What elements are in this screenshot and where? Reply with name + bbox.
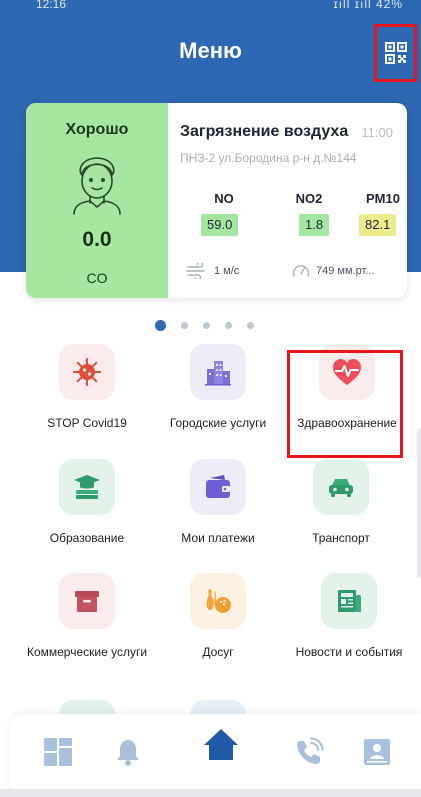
menu-tile-stop-covid[interactable]: STOP Covid19 — [22, 344, 152, 430]
wind-icon — [186, 263, 205, 279]
page-title: Меню — [179, 38, 242, 63]
menu-tile-payments[interactable]: Мои платежи — [153, 459, 283, 545]
edge-scroll-handle[interactable] — [417, 428, 421, 578]
menu-tile-label: Новости и события — [295, 645, 403, 659]
carousel-dot[interactable] — [247, 322, 254, 329]
menu-tile-label: Мои платежи — [181, 531, 255, 545]
menu-tile-label: Образование — [49, 531, 125, 545]
annotation-highlight-box — [287, 350, 403, 458]
car-icon — [329, 479, 353, 497]
system-nav-strip — [0, 789, 421, 797]
bottom-navigation — [10, 714, 421, 794]
newspaper-icon — [338, 590, 361, 612]
menu-tile-label: STOP Covid19 — [47, 416, 127, 430]
wallet-icon — [206, 475, 230, 498]
air-card-title: Загрязнение воздуха — [180, 123, 349, 140]
menu-tile-label: Транспорт — [312, 531, 370, 545]
qr-code-button[interactable] — [374, 24, 417, 82]
nav-notifications-button[interactable] — [108, 732, 148, 772]
contact-card-icon — [364, 739, 390, 765]
menu-tile-transport[interactable]: Транспорт — [276, 459, 406, 545]
nav-contacts-button[interactable] — [357, 732, 397, 772]
pressure-info: 749 мм.рт... — [292, 263, 374, 279]
air-quality-card[interactable]: Хорошо 0.0 CO Загрязнение воздуха 11:00 … — [26, 103, 407, 298]
air-quality-details: Загрязнение воздуха 11:00 ПНЗ-2 ул.Бород… — [168, 103, 407, 298]
menu-tile-leisure[interactable]: Досуг — [153, 573, 283, 659]
air-card-location: ПНЗ-2 ул.Бородина р-н д.№144 — [180, 151, 357, 165]
menu-tile-label: Городские услуги — [169, 416, 267, 430]
menu-tile-education[interactable]: Образование — [22, 459, 152, 545]
nav-home-button[interactable] — [201, 724, 241, 764]
pollutant-value: 1.8 — [299, 214, 330, 236]
phone-call-icon — [297, 737, 324, 764]
air-card-time: 11:00 — [361, 125, 393, 140]
main-pollutant-name: CO — [86, 270, 108, 286]
pollutant-value: 82.1 — [359, 214, 397, 236]
archive-box-icon — [75, 591, 99, 612]
person-face-icon — [73, 157, 121, 215]
carousel-dot[interactable] — [155, 320, 166, 331]
main-pollutant-value: 0.0 — [82, 228, 112, 251]
qr-code-icon — [384, 42, 407, 64]
menu-tile-commercial-services[interactable]: Коммерческие услуги — [22, 573, 152, 659]
carousel-dot[interactable] — [225, 322, 232, 329]
books-icon — [74, 475, 100, 499]
carousel-indicator — [155, 320, 254, 331]
bell-icon — [117, 740, 139, 766]
pressure-value: 749 мм.рт... — [316, 265, 375, 277]
virus-icon — [73, 358, 101, 386]
pollutant-name: NO2 — [295, 191, 323, 206]
status-bar: 12:16 ɪıll ɪıll 42% — [0, 0, 421, 14]
pollutant-name: PM10 — [366, 191, 400, 206]
wind-speed: 1 м/с — [214, 265, 240, 277]
nav-call-button[interactable] — [289, 732, 329, 772]
dashboard-icon — [44, 738, 72, 766]
city-buildings-icon — [205, 361, 231, 386]
home-icon — [204, 729, 238, 760]
menu-tile-label: Коммерческие услуги — [26, 645, 148, 659]
nav-dashboard-button[interactable] — [38, 732, 78, 772]
status-time: 12:16 — [36, 0, 67, 11]
menu-tile-label: Досуг — [202, 645, 234, 659]
bowling-icon — [206, 589, 231, 613]
air-quality-summary: Хорошо 0.0 CO — [26, 103, 168, 298]
air-quality-status: Хорошо — [65, 121, 129, 138]
status-system-icons: ɪıll ɪıll 42% — [333, 0, 403, 11]
menu-tile-city-services[interactable]: Городские услуги — [153, 344, 283, 430]
carousel-dot[interactable] — [181, 322, 188, 329]
carousel-dot[interactable] — [203, 322, 210, 329]
wind-info: 1 м/с — [186, 263, 239, 279]
pollutant-name: NO — [214, 191, 234, 206]
gauge-icon — [292, 265, 310, 277]
pollutant-value: 59.0 — [201, 214, 239, 236]
menu-tile-news[interactable]: Новости и события — [284, 573, 414, 659]
